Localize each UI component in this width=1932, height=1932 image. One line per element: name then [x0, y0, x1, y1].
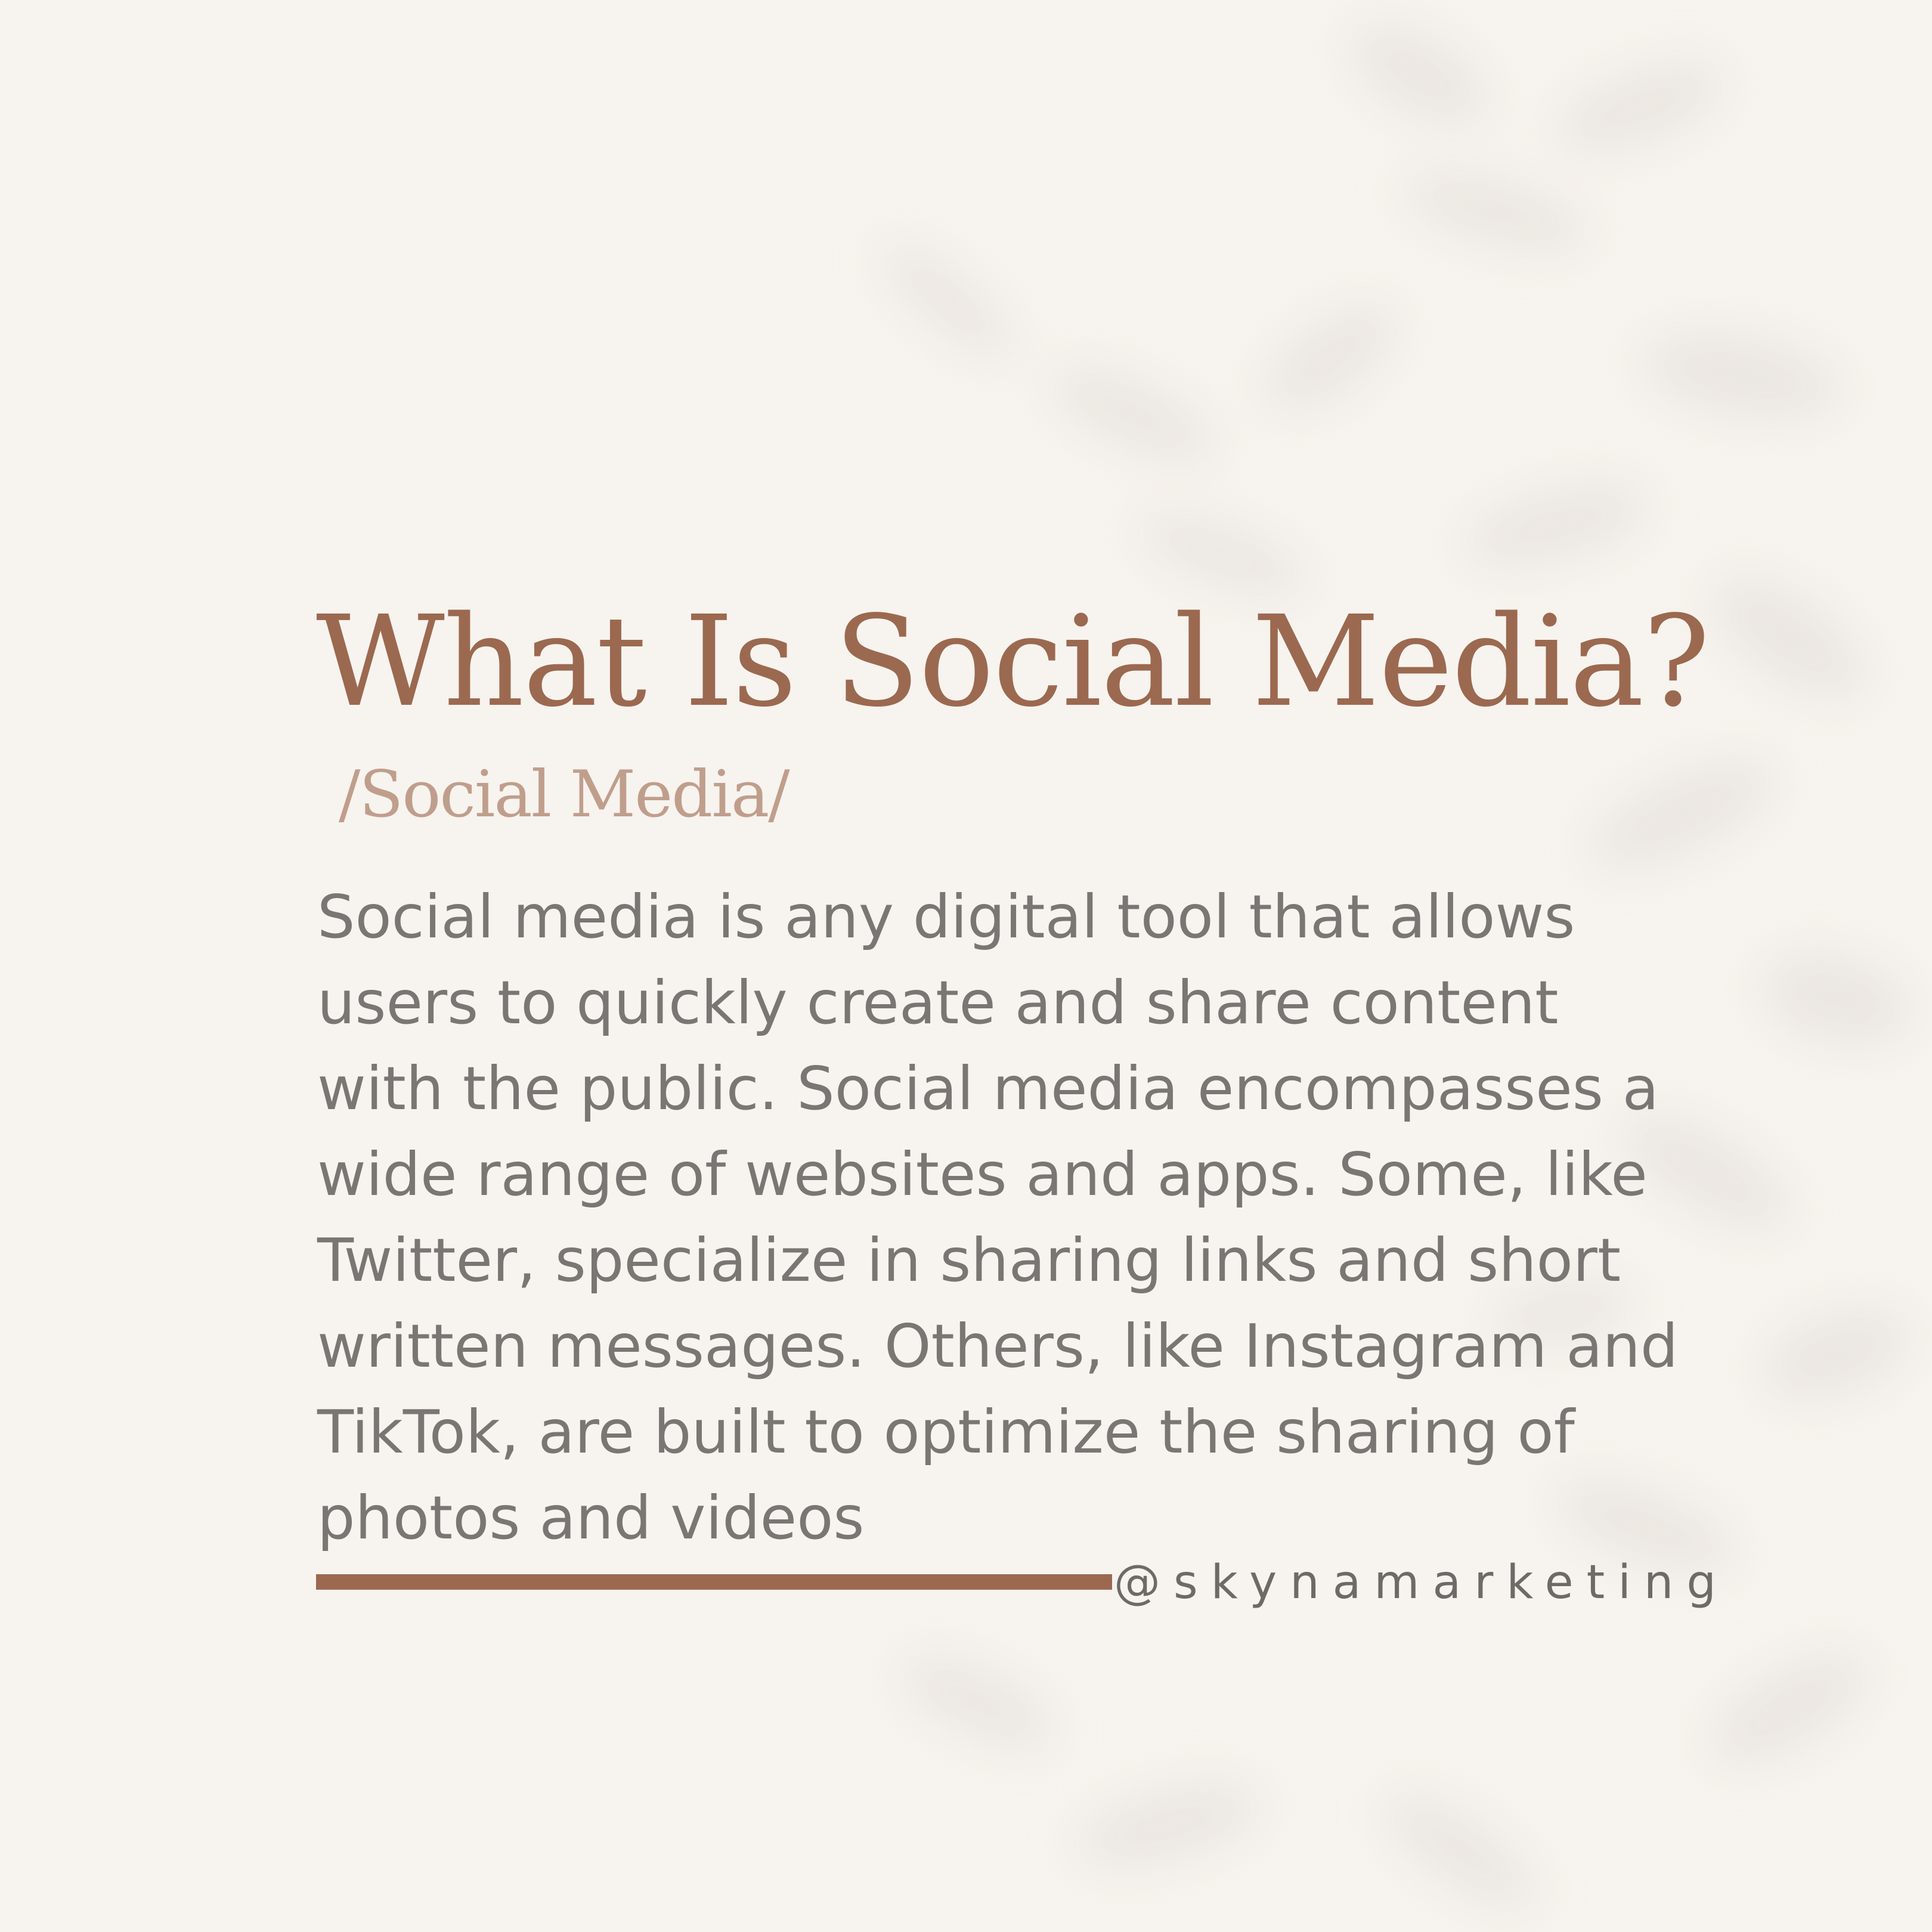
accent-divider: [316, 1574, 1112, 1590]
leaf-shadow: [866, 227, 1030, 376]
leaf-shadow: [1750, 935, 1923, 1063]
leaf-shadow: [1749, 1287, 1924, 1420]
post-canvas: What Is Social Media? /Social Media/ Soc…: [0, 0, 1932, 1932]
leaf-shadow: [1038, 346, 1228, 482]
leaf-shadow: [1573, 736, 1790, 892]
leaf-shadow: [1691, 552, 1887, 724]
leaf-shadow: [1543, 43, 1736, 172]
leaf-shadow: [1454, 465, 1658, 584]
definition-text: Social media is any digital tool that al…: [317, 882, 1679, 1553]
leaf-shadow: [1246, 284, 1414, 432]
leaf-shadow: [1067, 1765, 1271, 1884]
account-handle: @skynamarketing: [1114, 1556, 1729, 1609]
leaf-shadow: [1396, 155, 1597, 268]
leaf-shadow: [1692, 1630, 1886, 1787]
leaf-shadow: [1634, 317, 1849, 435]
phonetic-subtitle: /Social Media/: [339, 757, 790, 832]
leaf-shadow: [1368, 1773, 1553, 1930]
leaf-shadow: [888, 1637, 1068, 1768]
page-title: What Is Social Media?: [316, 589, 1710, 735]
leaf-shadow: [1332, 2, 1506, 147]
